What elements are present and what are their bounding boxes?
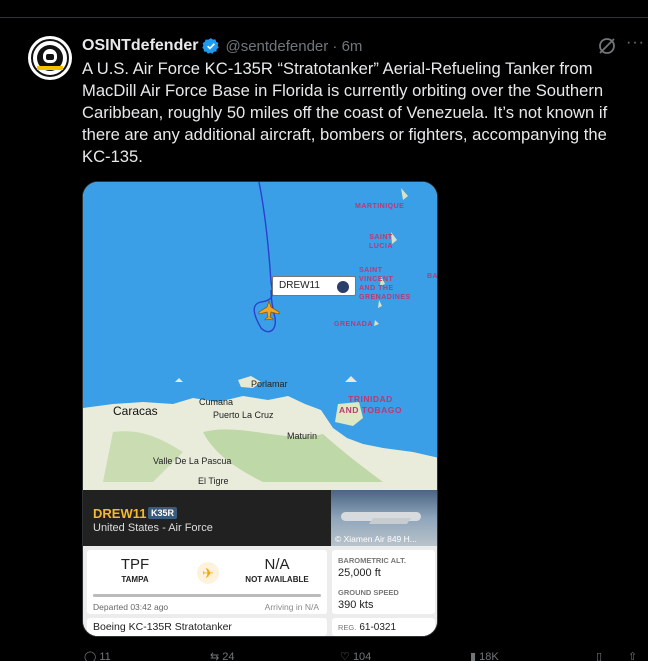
like-button[interactable]: ♡ 104 xyxy=(340,650,371,661)
share-button[interactable]: ⇧ xyxy=(628,650,637,661)
operator-name: United States - Air Force xyxy=(93,522,213,534)
tweet[interactable]: OSINTdefender @sentdefender · 6m ··· A U… xyxy=(0,18,648,661)
usaf-roundel-icon xyxy=(337,281,349,293)
retweet-count: 24 xyxy=(222,651,235,661)
flight-card-image[interactable]: MARTINIQUE SAINT LUCIA SAINT VINCENT AND… xyxy=(82,181,438,637)
baro-alt-value: 25,000 ft xyxy=(338,567,381,579)
flight-callsign: DREW11 xyxy=(93,506,147,521)
origin-name: TAMPA xyxy=(121,575,149,584)
registration-label: REG. xyxy=(338,623,357,632)
previous-tweet-actions xyxy=(0,0,648,18)
more-options-icon[interactable]: ··· xyxy=(626,34,645,52)
author-name[interactable]: OSINTdefender xyxy=(82,37,198,55)
flight-info-header: DREW11 K35R United States - Air Force © … xyxy=(83,490,437,546)
bookmark-button[interactable]: ▯ xyxy=(596,650,602,661)
views-icon: ▮ xyxy=(470,651,477,661)
destination-code: N/A xyxy=(264,556,290,573)
like-count: 104 xyxy=(352,651,372,661)
registration: REG. 61-0321 xyxy=(332,618,435,636)
photo-credit: © Xiamen Air 849 H... xyxy=(335,534,417,544)
like-icon: ♡ xyxy=(340,651,350,661)
map-label-porlamar: Porlamar xyxy=(251,379,288,389)
author-avatar[interactable] xyxy=(28,36,72,80)
ground-speed-label: GROUND SPEED xyxy=(338,588,399,597)
origin-code: TPF xyxy=(120,556,150,573)
reply-count: 11 xyxy=(99,651,111,661)
origin: TPF TAMPA xyxy=(105,556,165,584)
baro-alt-label: BAROMETRIC ALT. xyxy=(338,556,406,565)
verified-badge-icon xyxy=(202,38,220,54)
bookmark-icon: ▯ xyxy=(596,651,603,661)
tweet-header: OSINTdefender @sentdefender · 6m xyxy=(82,36,362,56)
map-label-el-tigre: El Tigre xyxy=(198,476,229,486)
ground-speed-value: 390 kts xyxy=(338,599,374,611)
retweet-icon: ⇆ xyxy=(210,651,220,661)
tweet-text: A U.S. Air Force KC-135R “Stratotanker” … xyxy=(82,59,608,166)
views-button[interactable]: ▮ 18K xyxy=(470,650,499,661)
map-flight-tag: DREW11 xyxy=(272,276,356,296)
map-label-cumana: Cumana xyxy=(199,397,234,407)
map-label-martinique: MARTINIQUE xyxy=(355,203,405,210)
route-panel: TPF TAMPA ✈ N/A NOT AVAILABLE Departed 0… xyxy=(87,550,327,614)
map-label-saint-vincent: SAINT VINCENT AND THE GRENADINES xyxy=(359,267,411,301)
flight-map xyxy=(83,182,437,490)
departed-time: Departed 03:42 ago xyxy=(93,602,169,612)
map-label-valle-de-la-pascua: Valle De La Pascua xyxy=(153,456,232,466)
retweet-button[interactable]: ⇆ 24 xyxy=(210,650,235,661)
map-label-saint-lucia: SAINT LUCIA xyxy=(369,234,393,250)
flight-stats: BAROMETRIC ALT. 25,000 ft GROUND SPEED 3… xyxy=(332,550,435,614)
map-label-ba: BA xyxy=(427,273,438,280)
registration-value: 61-0321 xyxy=(359,622,397,633)
views-count: 18K xyxy=(479,651,499,661)
aircraft-photo: © Xiamen Air 849 H... xyxy=(331,490,437,546)
map-label-grenada: GRENADA xyxy=(334,321,373,328)
map-label-trinidad: TRINIDAD AND TOBAGO xyxy=(339,394,402,415)
tweet-actions: ◯ 11 ⇆ 24 ♡ 104 ▮ 18K ▯ ⇧ xyxy=(0,650,648,661)
map-flight-callsign: DREW11 xyxy=(279,280,320,291)
map-label-maturin: Maturin xyxy=(287,431,318,441)
destination-name: NOT AVAILABLE xyxy=(245,575,309,584)
reply-button[interactable]: ◯ 11 xyxy=(84,650,111,661)
author-handle-time[interactable]: @sentdefender · 6m xyxy=(225,38,362,55)
map-label-caracas: Caracas xyxy=(113,404,158,418)
flight-progress-bar xyxy=(93,594,321,597)
reply-icon: ◯ xyxy=(84,651,97,661)
grok-icon[interactable] xyxy=(597,36,617,56)
share-icon: ⇧ xyxy=(628,651,638,661)
flight-info-body: TPF TAMPA ✈ N/A NOT AVAILABLE Departed 0… xyxy=(83,546,437,636)
airplane-icon: ✈ xyxy=(197,562,219,584)
arrival-time: Arriving in N/A xyxy=(264,602,319,612)
destination: N/A NOT AVAILABLE xyxy=(235,556,319,584)
aircraft-model: Boeing KC-135R Stratotanker xyxy=(87,618,327,636)
aircraft-type-badge: K35R xyxy=(148,507,178,519)
map-label-puerto-la-cruz: Puerto La Cruz xyxy=(213,410,274,420)
